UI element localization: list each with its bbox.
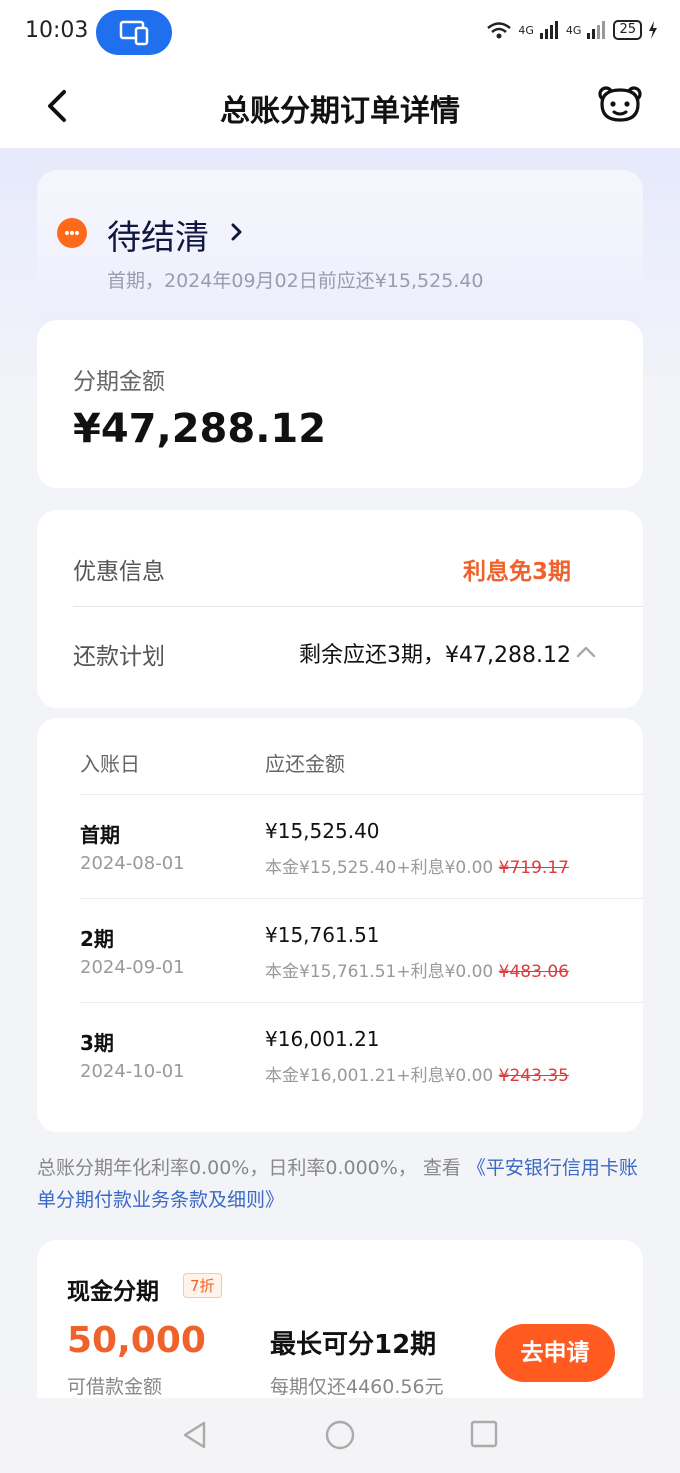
- charging-icon: [649, 21, 657, 39]
- apply-button[interactable]: 去申请: [495, 1324, 615, 1382]
- period-date: 2024-09-01: [80, 957, 185, 978]
- network-label-2: 4G: [565, 23, 582, 37]
- network-label-1: 4G: [518, 23, 534, 37]
- info-card: 优惠信息 利息免3期 还款计划 剩余应还3期，¥47,288.12: [37, 510, 643, 708]
- period-label: 3期: [80, 1031, 114, 1055]
- period-date: 2024-08-01: [80, 853, 185, 874]
- customer-service-icon[interactable]: [596, 84, 644, 126]
- schedule-col-date: 入账日: [80, 752, 140, 776]
- loan-amount: 50,000: [67, 1320, 206, 1361]
- schedule-row: 3期 2024-10-01 ¥16,001.21 本金¥16,001.21+利息…: [80, 1002, 643, 1106]
- status-bar: 10:03 4G 4G 25: [0, 0, 680, 66]
- principal-interest-text: 本金¥15,761.51+利息¥0.00: [265, 962, 494, 982]
- signal-icon-2: [587, 21, 606, 39]
- recents-square-icon[interactable]: [470, 1420, 498, 1448]
- monthly-payment: 每期仅还4460.56元: [270, 1376, 444, 1398]
- back-triangle-icon[interactable]: [180, 1420, 210, 1450]
- wifi-icon: [487, 22, 512, 39]
- screen-share-indicator[interactable]: [96, 10, 172, 55]
- rate-note: 总账分期年化利率0.00%，日利率0.000%， 查看 《平安银行信用卡账单分期…: [37, 1152, 647, 1216]
- promo-value: 利息免3期: [462, 559, 571, 585]
- divider: [73, 606, 643, 607]
- home-circle-icon[interactable]: [324, 1419, 356, 1451]
- battery-indicator: 25: [613, 20, 642, 40]
- discount-badge: 7折: [183, 1273, 222, 1298]
- promo-label: 优惠信息: [73, 559, 165, 585]
- next-payment-note: 首期，2024年09月02日前应还¥15,525.40: [107, 270, 484, 292]
- system-nav-bar: [0, 1398, 680, 1473]
- original-interest: ¥719.17: [498, 858, 569, 878]
- schedule-col-amount: 应还金额: [265, 752, 345, 776]
- principal-interest-text: 本金¥15,525.40+利息¥0.00: [265, 858, 494, 878]
- period-label: 2期: [80, 927, 114, 951]
- period-detail: 本金¥15,761.51+利息¥0.00 ¥483.06: [265, 957, 569, 982]
- devices-icon: [119, 20, 149, 46]
- repayment-plan-toggle[interactable]: 剩余应还3期，¥47,288.12: [299, 637, 571, 669]
- original-interest: ¥243.35: [498, 1066, 569, 1086]
- cash-installment-title: 现金分期: [67, 1279, 159, 1305]
- period-label: 首期: [80, 823, 120, 847]
- period-detail: 本金¥16,001.21+利息¥0.00 ¥243.35: [265, 1061, 569, 1086]
- principal-interest-text: 本金¥16,001.21+利息¥0.00: [265, 1066, 494, 1086]
- nav-header: 总账分期订单详情: [0, 66, 680, 148]
- order-status-label: 待结清: [107, 218, 209, 258]
- chevron-right-icon: [231, 223, 242, 241]
- pending-status-icon: [57, 218, 87, 248]
- period-date: 2024-10-01: [80, 1061, 185, 1082]
- status-icons: 4G 4G 25: [486, 20, 658, 40]
- chevron-up-icon[interactable]: [575, 644, 597, 658]
- order-status-card[interactable]: 待结清 首期，2024年09月02日前应还¥15,525.40: [37, 170, 643, 330]
- schedule-row: 2期 2024-09-01 ¥15,761.51 本金¥15,761.51+利息…: [80, 898, 643, 1002]
- original-interest: ¥483.06: [498, 962, 569, 982]
- max-term: 最长可分12期: [270, 1330, 437, 1360]
- installment-amount-label: 分期金额: [73, 369, 165, 395]
- period-amount: ¥16,001.21: [265, 1027, 380, 1051]
- cash-installment-card: 现金分期 7折 50,000 可借款金额 最长可分12期 每期仅还4460.56…: [37, 1240, 643, 1420]
- period-detail: 本金¥15,525.40+利息¥0.00 ¥719.17: [265, 853, 569, 878]
- installment-amount-card: 分期金额 ¥47,288.12: [37, 320, 643, 488]
- signal-icon: [539, 21, 558, 39]
- page-title: 总账分期订单详情: [220, 94, 460, 129]
- loan-amount-label: 可借款金额: [67, 1376, 163, 1398]
- rate-note-text: 总账分期年化利率0.00%，日利率0.000%， 查看: [37, 1157, 461, 1179]
- schedule-row: 首期 2024-08-01 ¥15,525.40 本金¥15,525.40+利息…: [80, 794, 643, 898]
- installment-amount-value: ¥47,288.12: [73, 406, 327, 452]
- clock: 10:03: [25, 18, 89, 43]
- period-amount: ¥15,525.40: [265, 819, 380, 843]
- period-amount: ¥15,761.51: [265, 923, 380, 947]
- repayment-plan-label: 还款计划: [73, 644, 165, 670]
- repayment-schedule: 入账日 应还金额 首期 2024-08-01 ¥15,525.40 本金¥15,…: [37, 718, 643, 1132]
